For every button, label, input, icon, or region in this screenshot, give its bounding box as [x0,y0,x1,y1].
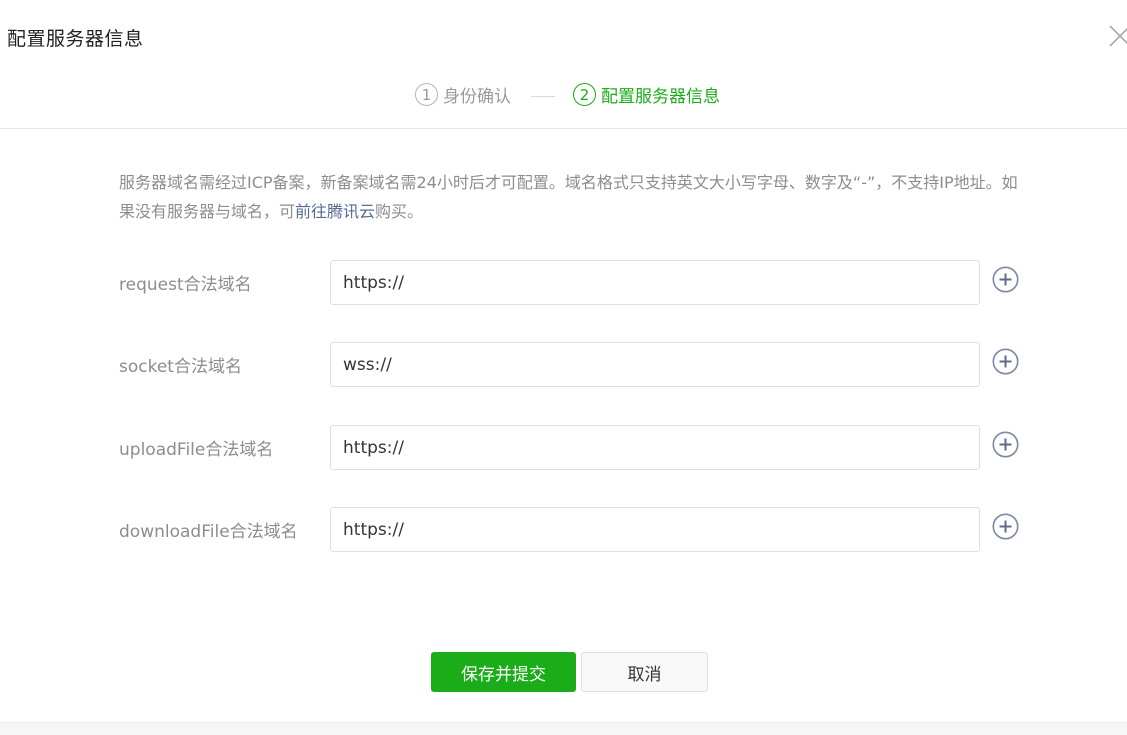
domain-notice: 服务器域名需经过ICP备案，新备案域名需24小时后才可配置。域名格式只支持英文大… [119,168,1019,226]
close-button[interactable] [1106,22,1127,50]
form-row-uploadfile: uploadFile合法域名 [0,425,1127,471]
header-divider [0,128,1127,129]
step-number: 2 [573,83,596,106]
notice-text: 服务器域名需经过ICP备案，新备案域名需24小时后才可配置。域名格式只支持英文大… [119,173,1018,221]
socket-domain-input[interactable] [330,342,980,387]
downloadfile-domain-input[interactable] [330,507,980,552]
uploadfile-domain-label: uploadFile合法域名 [119,440,274,460]
step-identity-confirm: 1 身份确认 [415,82,511,107]
add-uploadfile-domain-button[interactable] [992,431,1019,458]
request-domain-label: request合法域名 [119,275,252,295]
dialog-title: 配置服务器信息 [7,28,144,50]
plus-circle-icon [992,513,1019,540]
step-indicator: 1 身份确认 2 配置服务器信息 [0,82,1127,112]
add-downloadfile-domain-button[interactable] [992,513,1019,540]
uploadfile-domain-input[interactable] [330,425,980,470]
plus-circle-icon [992,348,1019,375]
socket-domain-label: socket合法域名 [119,357,242,377]
dialog-bottom-edge [0,722,1127,735]
form-row-downloadfile: downloadFile合法域名 [0,507,1127,553]
plus-circle-icon [992,431,1019,458]
notice-text-end: 购买。 [375,202,424,221]
step-number: 1 [415,83,438,106]
close-icon [1109,25,1127,47]
step-config-server: 2 配置服务器信息 [573,82,720,107]
form-row-socket: socket合法域名 [0,342,1127,388]
cancel-button[interactable]: 取消 [581,652,708,692]
save-and-submit-button[interactable]: 保存并提交 [431,652,576,692]
config-server-dialog: 配置服务器信息 1 身份确认 2 配置服务器信息 服务器域名需经过ICP备案，新… [0,0,1127,735]
tencent-cloud-link[interactable]: 前往腾讯云 [295,202,375,221]
step-label: 配置服务器信息 [601,87,720,107]
form-row-request: request合法域名 [0,260,1127,306]
step-connector [531,96,555,97]
add-request-domain-button[interactable] [992,266,1019,293]
step-label: 身份确认 [443,87,511,107]
request-domain-input[interactable] [330,260,980,305]
add-socket-domain-button[interactable] [992,348,1019,375]
downloadfile-domain-label: downloadFile合法域名 [119,522,298,542]
plus-circle-icon [992,266,1019,293]
